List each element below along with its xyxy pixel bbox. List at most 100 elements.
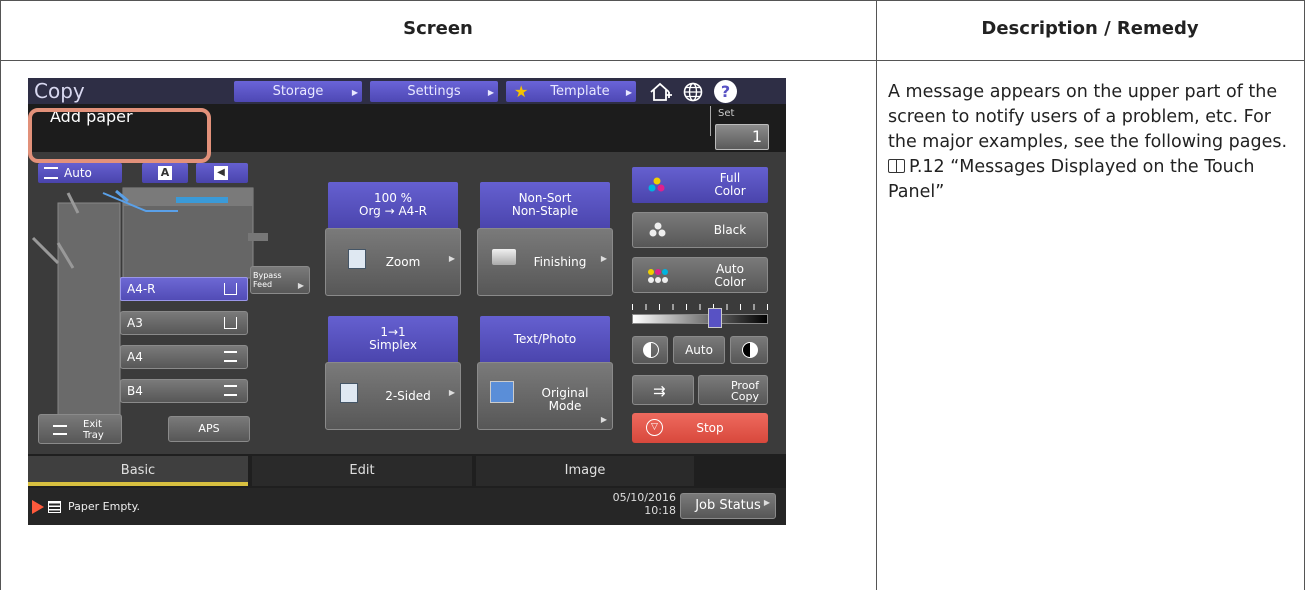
black-label: Black bbox=[713, 223, 747, 237]
original-mode-button[interactable]: Original Mode ▶ bbox=[477, 362, 613, 430]
bypass-feed-button[interactable]: Bypass Feed ▶ bbox=[250, 266, 310, 294]
tray-2-button[interactable]: A3 bbox=[120, 311, 248, 335]
template-label: Template bbox=[550, 84, 610, 99]
settings-label: Settings bbox=[407, 84, 461, 99]
home-icon[interactable] bbox=[648, 81, 674, 103]
orientation-icon: ◀ bbox=[214, 166, 228, 180]
density-slider-handle[interactable] bbox=[708, 308, 722, 328]
star-icon: ★ bbox=[514, 82, 529, 101]
touch-panel-screenshot: Copy Storage ▶ Settings ▶ ★ Template ▶ ? Ad… bbox=[28, 78, 786, 525]
density-slider[interactable] bbox=[632, 304, 768, 328]
template-button[interactable]: ★ Template ▶ bbox=[506, 81, 636, 102]
finishing-icon bbox=[492, 249, 516, 265]
tray-1-button[interactable]: A4-R bbox=[120, 277, 248, 301]
interrupt-icon: ⇉ bbox=[653, 382, 666, 400]
arrow-icon: ▶ bbox=[448, 254, 455, 263]
auto-paper-button[interactable]: Auto bbox=[38, 163, 122, 183]
arrow-icon: ▶ bbox=[351, 88, 358, 97]
tray-3-button[interactable]: A4 bbox=[120, 345, 248, 369]
letter-a-icon: A bbox=[158, 166, 172, 180]
job-status-button[interactable]: Job Status ▶ bbox=[680, 493, 776, 519]
copy-count-field[interactable]: 1 bbox=[715, 124, 769, 150]
exit-tray-label: Exit Tray bbox=[83, 419, 104, 441]
tray-2-label: A3 bbox=[127, 316, 143, 330]
original-mode-info: Text/Photo bbox=[480, 316, 610, 364]
two-sided-button[interactable]: 2-Sided ▶ bbox=[325, 362, 461, 430]
tab-basic[interactable]: Basic bbox=[28, 456, 248, 486]
arrow-icon: ▶ bbox=[487, 88, 494, 97]
zoom-button[interactable]: Zoom ▶ bbox=[325, 228, 461, 296]
finishing-label: Finishing bbox=[533, 255, 587, 269]
finishing-info: Non-Sort Non-Staple bbox=[480, 182, 610, 230]
darker-icon bbox=[742, 342, 758, 358]
two-sided-icon bbox=[340, 383, 358, 403]
set-label: Set bbox=[718, 108, 735, 119]
duplex-info: 1→1 Simplex bbox=[328, 316, 458, 364]
black-button[interactable]: Black bbox=[632, 212, 768, 248]
density-gradient bbox=[632, 314, 768, 324]
proof-copy-button[interactable]: Proof Copy bbox=[698, 375, 768, 405]
column-header-screen: Screen bbox=[403, 18, 473, 39]
exit-tray-button[interactable]: Exit Tray bbox=[38, 414, 122, 444]
screen-title: Copy bbox=[34, 79, 85, 103]
orientation-button[interactable]: ◀ bbox=[196, 163, 248, 183]
help-icon[interactable]: ? bbox=[714, 80, 737, 103]
zoom-icon bbox=[348, 249, 366, 269]
tab-edit[interactable]: Edit bbox=[252, 456, 472, 486]
paper-lines-icon bbox=[224, 351, 237, 362]
exit-tray-icon bbox=[53, 425, 67, 435]
set-divider bbox=[710, 106, 711, 136]
density-auto-button[interactable]: Auto bbox=[673, 336, 725, 364]
storage-button[interactable]: Storage ▶ bbox=[234, 81, 362, 102]
tab-image[interactable]: Image bbox=[476, 456, 694, 486]
density-ticks bbox=[632, 304, 768, 310]
two-sided-label: 2-Sided bbox=[385, 389, 431, 403]
auto-color-label-2: Color bbox=[714, 275, 746, 289]
arrow-icon: ▶ bbox=[625, 88, 632, 97]
job-status-label: Job Status bbox=[695, 498, 761, 513]
table-border-left bbox=[0, 0, 1, 590]
aps-button[interactable]: APS bbox=[168, 416, 250, 442]
original-mode-label-2: Mode bbox=[548, 399, 582, 413]
zoom-label: Zoom bbox=[385, 255, 421, 269]
arrow-icon: ▶ bbox=[600, 415, 607, 424]
finishing-button[interactable]: Finishing ▶ bbox=[477, 228, 613, 296]
column-header-description: Description / Remedy bbox=[981, 18, 1199, 39]
table-column-divider bbox=[876, 0, 877, 590]
paper-orientation-icon bbox=[224, 283, 237, 295]
arrow-icon: ▶ bbox=[297, 281, 304, 290]
auto-color-button[interactable]: Auto Color bbox=[632, 257, 768, 293]
datetime: 05/10/2016 10:18 bbox=[578, 491, 676, 517]
paper-lines-icon bbox=[224, 385, 237, 396]
play-icon bbox=[32, 500, 44, 514]
zoom-info: 100 % Org → A4-R bbox=[328, 182, 458, 230]
settings-button[interactable]: Settings ▶ bbox=[370, 81, 498, 102]
bypass-label: Bypass Feed bbox=[253, 271, 282, 289]
lighter-button[interactable] bbox=[632, 336, 668, 364]
lighter-icon bbox=[643, 342, 659, 358]
list-icon bbox=[48, 501, 61, 513]
interrupt-button[interactable]: ⇉ bbox=[632, 375, 694, 405]
proof-label-2: Copy bbox=[731, 390, 759, 403]
status-message: Paper Empty. bbox=[68, 500, 141, 513]
tray-4-button[interactable]: B4 bbox=[120, 379, 248, 403]
full-color-label-2: Color bbox=[714, 184, 746, 198]
original-size-a-button[interactable]: A bbox=[142, 163, 188, 183]
full-color-button[interactable]: Full Color bbox=[632, 167, 768, 203]
page-reference-link[interactable]: P.12 “Messages Displayed on the Touch Pa… bbox=[888, 157, 1254, 202]
table-border-top bbox=[0, 0, 1305, 1]
message-highlight-frame bbox=[28, 108, 211, 163]
stop-button[interactable]: ▽ Stop bbox=[632, 413, 768, 443]
auto-paper-label: Auto bbox=[64, 166, 92, 180]
paper-orientation-icon bbox=[224, 317, 237, 329]
original-mode-icon bbox=[490, 381, 514, 403]
color-dots-icon bbox=[648, 177, 666, 193]
tray-1-label: A4-R bbox=[127, 282, 156, 296]
description-text: A message appears on the upper part of t… bbox=[888, 80, 1293, 205]
globe-icon[interactable] bbox=[682, 81, 704, 103]
zoom-paper: Org → A4-R bbox=[359, 204, 427, 218]
darker-button[interactable] bbox=[730, 336, 768, 364]
auto-color-icon bbox=[647, 268, 669, 284]
arrow-icon: ▶ bbox=[763, 498, 770, 507]
duplex-mode: Simplex bbox=[369, 338, 417, 352]
